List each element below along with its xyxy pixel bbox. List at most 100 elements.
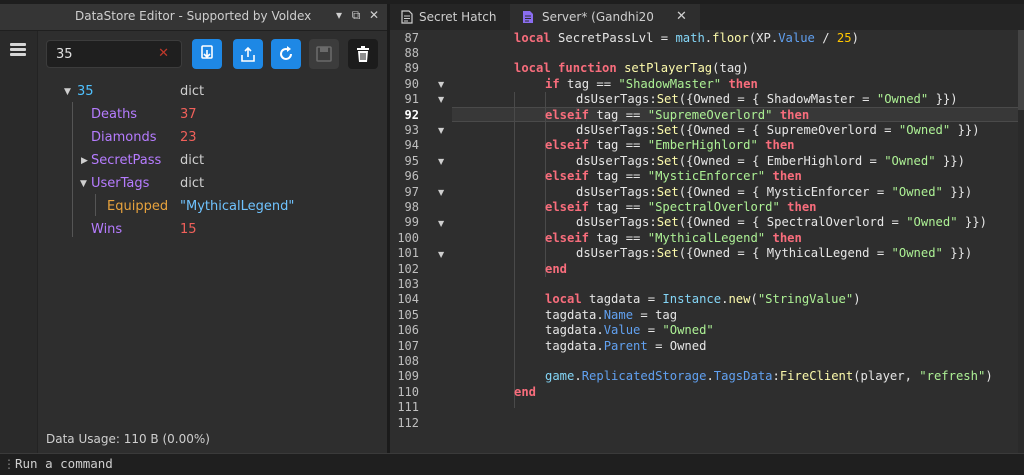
menu-icon[interactable] (10, 43, 26, 56)
code-line: tagdata.Parent = Owned (545, 338, 707, 353)
tree-value[interactable]: "MythicalLegend" (180, 196, 294, 218)
code-line: dsUserTags:Set({Owned = { SupremeOverlor… (576, 122, 980, 137)
tree-key: Deaths (91, 107, 138, 122)
code-line: if tag == "ShadowMaster" then (545, 76, 758, 91)
tree-key: SecretPass (91, 153, 162, 168)
line-number: 108 (397, 353, 419, 368)
code-line: elseif tag == "SupremeOverlord" then (545, 107, 810, 122)
tab-secret-hatch[interactable]: Secret Hatch (390, 4, 510, 30)
upload-button[interactable] (233, 39, 263, 69)
collapse-arrow-icon[interactable]: ▶ (81, 156, 88, 166)
line-number: 94 (404, 138, 419, 153)
command-input[interactable]: Run a command (15, 456, 113, 471)
close-tab-icon[interactable]: ✕ (676, 4, 687, 30)
data-usage-label: Data Usage: 110 B (0.00%) (46, 432, 210, 446)
tree-value[interactable]: 37 (180, 104, 197, 126)
tree-row[interactable]: SecretPass (91, 150, 161, 172)
panel-title-bar: DataStore Editor - Supported by Voldex ▾… (0, 4, 387, 31)
drag-handle-icon[interactable]: ⋮ (3, 457, 15, 471)
code-line: elseif tag == "MythicalLegend" then (545, 230, 802, 245)
tab-server-script[interactable]: Server* (Gandhi20 Editing) ✕ (510, 4, 700, 50)
tree-value: dict (180, 84, 205, 99)
code-line: tagdata.Name = tag (545, 307, 678, 322)
tree-key: 35 (77, 84, 94, 99)
current-line-number: 92 (404, 107, 419, 122)
trash-icon (357, 46, 369, 62)
expand-arrow-icon[interactable]: ▼ (64, 87, 71, 97)
script-editor[interactable]: 87 88 89 90 91 92 93 94 95 96 97 98 99 1… (390, 30, 1024, 453)
tree-key: Diamonds (91, 130, 157, 145)
code-line: local function setPlayerTag(tag) (514, 61, 749, 76)
tree-row[interactable]: Deaths (91, 104, 137, 126)
save-button[interactable] (309, 39, 339, 69)
download-icon (201, 45, 213, 59)
code-line: game.ReplicatedStorage.TagsData:FireClie… (545, 369, 993, 384)
undock-icon[interactable]: ⧉ (348, 8, 364, 23)
script-icon (401, 10, 413, 24)
code-line: local tagdata = Instance.new("StringValu… (545, 292, 861, 307)
fold-arrow-icon[interactable]: ▼ (438, 157, 444, 166)
tree-key: UserTags (91, 176, 150, 191)
fold-arrow-icon[interactable]: ▼ (438, 250, 444, 259)
tree-value: dict (180, 153, 205, 168)
line-number: 109 (397, 369, 419, 384)
upload-icon (241, 46, 255, 62)
tree-row[interactable]: 35 (77, 81, 94, 103)
line-number: 91 (404, 92, 419, 107)
code-line: elseif tag == "MysticEnforcer" then (545, 169, 802, 184)
pin-icon[interactable]: ▾ (331, 8, 347, 22)
code-line: end (545, 261, 568, 276)
line-number: 98 (404, 199, 419, 214)
line-number: 104 (397, 292, 419, 307)
line-number: 105 (397, 307, 419, 322)
line-number: 89 (404, 61, 419, 76)
code-line: dsUserTags:Set({Owned = { ShadowMaster =… (576, 92, 958, 107)
tab-label: Secret Hatch (419, 10, 497, 24)
tree-row[interactable]: Wins (91, 219, 122, 241)
tree-value[interactable]: 23 (180, 127, 197, 149)
code-line: dsUserTags:Set({Owned = { MythicalLegend… (576, 246, 973, 261)
editor-tab-bar: Secret Hatch Server* (Gandhi20 Editing) … (390, 4, 1024, 50)
code-line: dsUserTags:Set({Owned = { MysticEnforcer… (576, 184, 973, 199)
line-number: 103 (397, 276, 419, 291)
line-number: 107 (397, 338, 419, 353)
code-line: end (514, 384, 537, 399)
tree-row[interactable]: Diamonds (91, 127, 156, 149)
line-number: 88 (404, 45, 419, 60)
code-line: dsUserTags:Set({Owned = { SpectralOverlo… (576, 215, 987, 230)
close-icon[interactable]: ✕ (366, 8, 382, 22)
tree-value: dict (180, 176, 205, 191)
server-script-icon (523, 11, 533, 23)
refresh-button[interactable] (271, 39, 301, 69)
line-number: 112 (397, 415, 419, 430)
command-bar[interactable]: ⋮ Run a command (0, 453, 1024, 475)
tree-row[interactable]: UserTags (91, 173, 149, 195)
line-number: 106 (397, 323, 419, 338)
download-button[interactable] (192, 39, 222, 69)
code-line: elseif tag == "EmberHighlord" then (545, 138, 795, 153)
line-number: 96 (404, 169, 419, 184)
scrollbar-thumb[interactable] (1018, 30, 1024, 110)
tree-row[interactable]: Equipped (107, 196, 168, 218)
fold-arrow-icon[interactable]: ▼ (438, 219, 444, 228)
code-line: tagdata.Value = "Owned" (545, 323, 714, 338)
code-line: local SecretPassLvl = math.floor(XP.Valu… (514, 30, 859, 45)
save-icon (316, 46, 332, 62)
line-number: 111 (397, 400, 419, 415)
expand-arrow-icon[interactable]: ▼ (80, 179, 87, 189)
fold-arrow-icon[interactable]: ▼ (438, 95, 444, 104)
fold-arrow-icon[interactable]: ▼ (438, 80, 444, 89)
fold-arrow-icon[interactable]: ▼ (438, 126, 444, 135)
side-rail (0, 31, 38, 453)
clear-search-icon[interactable]: ✕ (158, 46, 169, 61)
line-number: 97 (404, 184, 419, 199)
datastore-editor-panel: DataStore Editor - Supported by Voldex ▾… (0, 4, 387, 453)
fold-arrow-icon[interactable]: ▼ (438, 188, 444, 197)
code-line: elseif tag == "SpectralOverlord" then (545, 199, 817, 214)
refresh-icon (280, 46, 292, 60)
delete-button[interactable] (348, 39, 378, 69)
tree-value[interactable]: 15 (180, 219, 197, 241)
line-number: 95 (404, 153, 419, 168)
tree-key: Equipped (107, 199, 169, 214)
key-search-input[interactable]: 35 ✕ (46, 40, 182, 68)
